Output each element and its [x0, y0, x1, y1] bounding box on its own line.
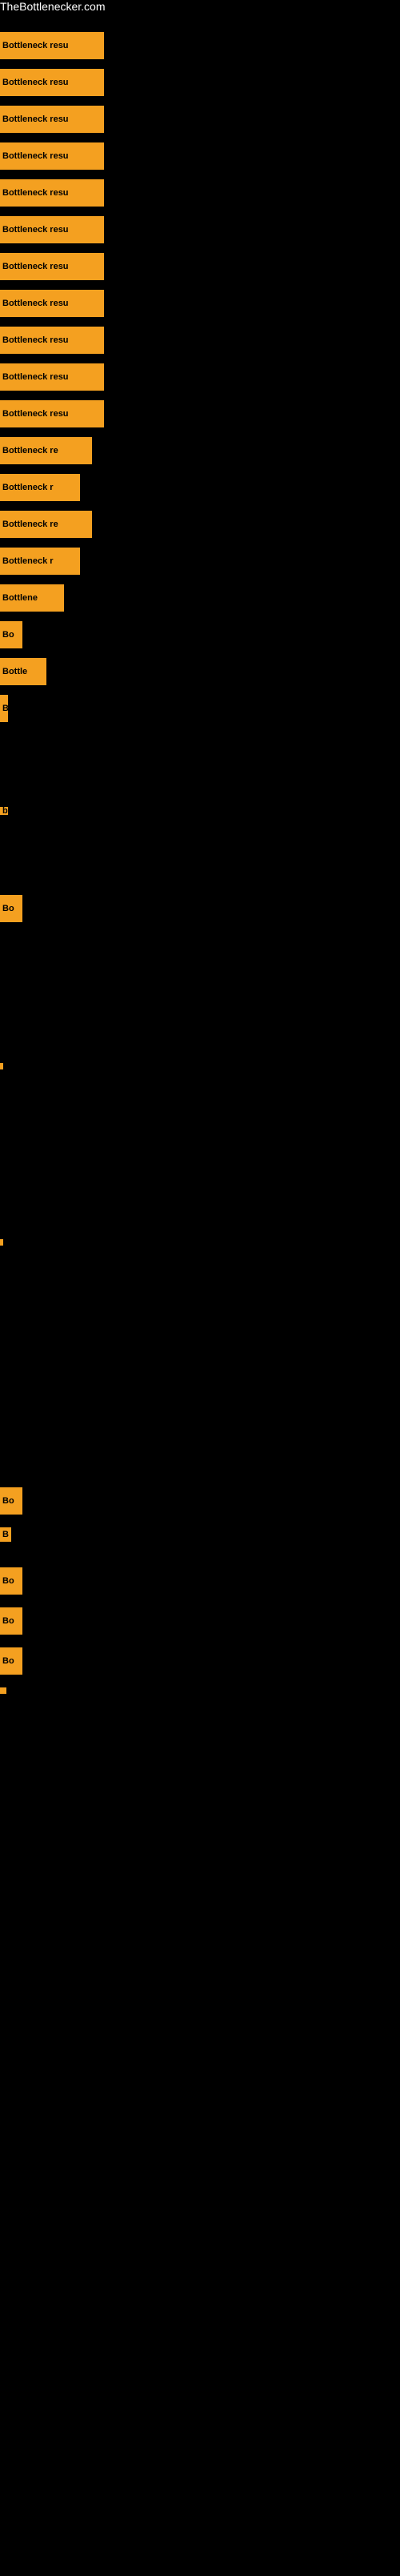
bar-label: Bottleneck resu: [0, 41, 71, 50]
bar-item: Bottleneck resu: [0, 69, 104, 96]
bar-item: Bottleneck re: [0, 437, 92, 464]
bar-label: Bo: [0, 1576, 17, 1586]
bar-label: Bottleneck resu: [0, 225, 71, 235]
bar-item: Bottleneck resu: [0, 363, 104, 391]
bar-item: B: [0, 695, 8, 722]
bar-item: B: [0, 1527, 11, 1542]
bar-label: Bo: [0, 630, 17, 640]
bar-item: [0, 1063, 3, 1069]
bar-label: Bottleneck resu: [0, 188, 71, 198]
bar-label: Bo: [0, 904, 17, 913]
bar-label: Bo: [0, 1496, 17, 1506]
bar-label: Bottleneck resu: [0, 78, 71, 87]
bar-item: Bottleneck resu: [0, 327, 104, 354]
bar-item: Bottleneck resu: [0, 142, 104, 170]
bar-label: Bottleneck resu: [0, 299, 71, 308]
bar-item: Bottleneck resu: [0, 106, 104, 133]
bar-item: Bo: [0, 1647, 22, 1675]
bar-item: Bo: [0, 621, 22, 648]
bar-label: B: [0, 1530, 11, 1539]
site-header: TheBottlenecker.com: [0, 0, 400, 14]
bar-label: Bottleneck re: [0, 446, 61, 455]
bar-label: Bottleneck resu: [0, 335, 71, 345]
bar-item: b: [0, 807, 8, 815]
bar-item: Bottleneck resu: [0, 400, 104, 427]
bar-item: Bottle: [0, 658, 46, 685]
bar-item: Bottleneck r: [0, 548, 80, 575]
bar-label: Bottleneck resu: [0, 409, 71, 419]
bar-label: Bo: [0, 1656, 17, 1666]
bar-item: Bottleneck resu: [0, 253, 104, 280]
bar-label: Bottle: [0, 667, 30, 676]
bar-label: Bottleneck r: [0, 483, 56, 492]
bar-label: B: [0, 704, 8, 713]
bar-item: Bottleneck r: [0, 474, 80, 501]
bar-label: Bo: [0, 1616, 17, 1626]
bar-label: Bottleneck resu: [0, 114, 71, 124]
bar-label: Bottleneck resu: [0, 151, 71, 161]
bar-item: Bottlene: [0, 584, 64, 612]
bar-item: Bo: [0, 1567, 22, 1595]
bar-item: Bo: [0, 1487, 22, 1515]
bar-item: Bottleneck resu: [0, 290, 104, 317]
bar-label: Bottleneck r: [0, 556, 56, 566]
bar-item: [0, 1687, 6, 1694]
bar-item: Bottleneck resu: [0, 32, 104, 59]
bar-item: Bottleneck re: [0, 511, 92, 538]
bar-item: Bottleneck resu: [0, 216, 104, 243]
bar-label: b: [0, 807, 8, 815]
bar-item: [0, 1239, 3, 1246]
bar-item: Bottleneck resu: [0, 179, 104, 207]
bar-label: Bottleneck resu: [0, 372, 71, 382]
bar-item: Bo: [0, 895, 22, 922]
bar-label: Bottlene: [0, 593, 40, 603]
bar-label: Bottleneck resu: [0, 262, 71, 271]
bar-label: Bottleneck re: [0, 520, 61, 529]
bar-item: Bo: [0, 1607, 22, 1635]
